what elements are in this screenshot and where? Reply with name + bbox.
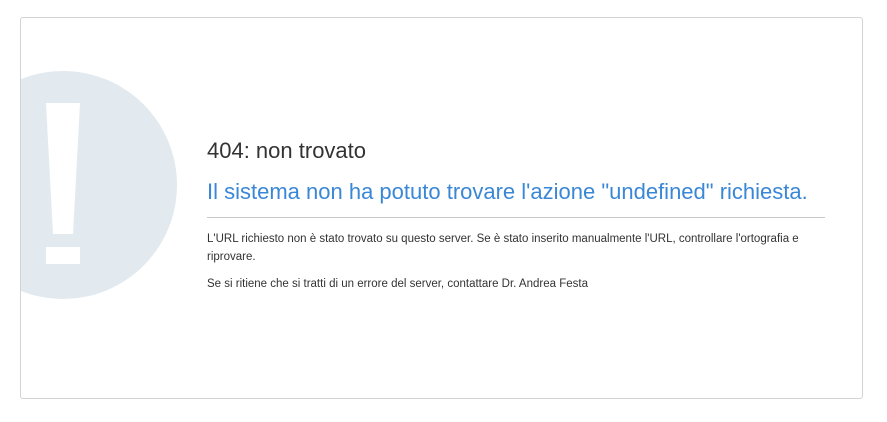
error-status-title: 404: non trovato xyxy=(207,138,367,163)
divider xyxy=(207,217,825,218)
exclamation-icon xyxy=(21,71,177,299)
error-content: 404: non trovato Il sistema non ha potut… xyxy=(207,137,825,293)
error-contact: Se si ritiene che si tratti di un errore… xyxy=(207,278,588,290)
error-headline: Il sistema non ha potuto trovare l'azion… xyxy=(207,179,808,204)
error-message: L'URL richiesto non è stato trovato su q… xyxy=(207,233,799,263)
error-panel: 404: non trovato Il sistema non ha potut… xyxy=(20,17,863,399)
